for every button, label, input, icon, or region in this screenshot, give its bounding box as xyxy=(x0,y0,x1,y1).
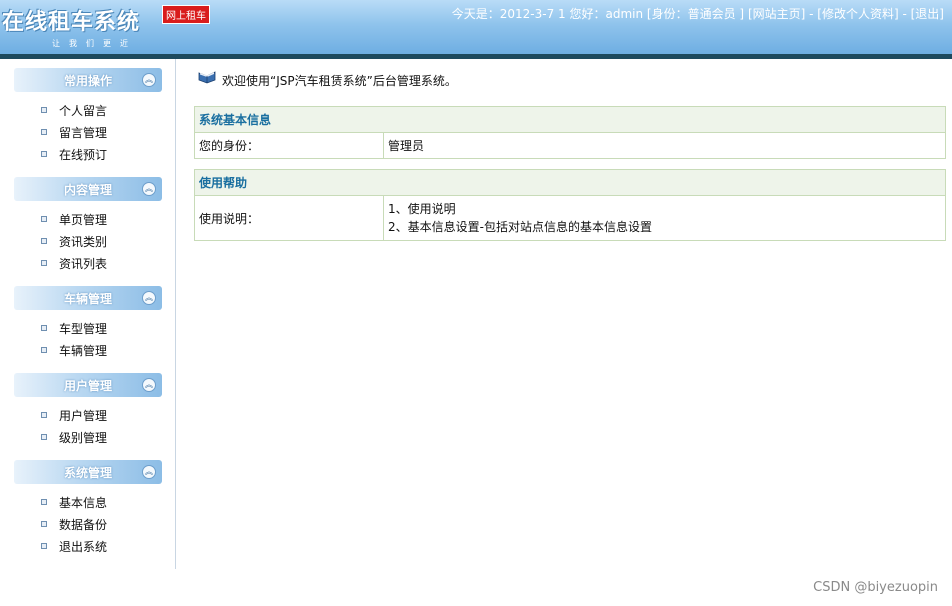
sidebar-item-label: 基本信息 xyxy=(59,496,108,510)
sidebar-item-label: 单页管理 xyxy=(59,213,108,227)
sidebar-group-title: 常用操作 xyxy=(63,74,112,88)
sidebar-item-basic-info[interactable]: 基本信息 xyxy=(14,491,162,513)
help-label: 使用说明： xyxy=(194,195,384,241)
header-banner: 在线租车系统 网上租车 让我们更近 今天是：2012-3-7 1 您好：admi… xyxy=(0,0,952,54)
logout-link[interactable]: [退出] xyxy=(911,7,944,21)
sidebar-item-news-category[interactable]: 资讯类别 xyxy=(14,230,162,252)
help-line: 1、使用说明 xyxy=(388,202,456,216)
separator: - xyxy=(805,7,818,21)
sidebar-group-header[interactable]: 常用操作 ︽ xyxy=(14,68,162,92)
sidebar-item-car-model[interactable]: 车型管理 xyxy=(14,317,162,339)
sidebar-group-system: 系统管理 ︽ 基本信息 数据备份 退出系统 xyxy=(14,460,162,557)
sidebar: 常用操作 ︽ 个人留言 留言管理 在线预订 内容管理 ︽ 单页管理 资讯类别 资… xyxy=(0,59,176,569)
help-line: 2、基本信息设置-包括对站点信息的基本信息设置 xyxy=(388,220,652,234)
sidebar-group-common: 常用操作 ︽ 个人留言 留言管理 在线预订 xyxy=(14,68,162,165)
sidebar-item-label: 数据备份 xyxy=(59,518,108,532)
square-bullet-icon xyxy=(41,260,47,266)
logo-slogan: 让我们更近 xyxy=(52,39,137,48)
watermark: CSDN @biyezuopin xyxy=(813,580,938,595)
sidebar-item-label: 车型管理 xyxy=(59,322,108,336)
identity-value: 管理员 xyxy=(383,132,946,159)
sidebar-group-title: 车辆管理 xyxy=(63,292,112,306)
sidebar-item-exit-system[interactable]: 退出系统 xyxy=(14,535,162,557)
collapse-icon[interactable]: ︽ xyxy=(142,182,156,196)
collapse-icon[interactable]: ︽ xyxy=(142,291,156,305)
square-bullet-icon xyxy=(41,543,47,549)
sidebar-item-single-page[interactable]: 单页管理 xyxy=(14,208,162,230)
sidebar-group-header[interactable]: 内容管理 ︽ xyxy=(14,177,162,201)
sidebar-item-user-manage[interactable]: 用户管理 xyxy=(14,404,162,426)
current-date: 2012-3-7 1 xyxy=(499,7,566,21)
sidebar-item-label: 级别管理 xyxy=(59,431,108,445)
sidebar-group-user: 用户管理 ︽ 用户管理 级别管理 xyxy=(14,373,162,448)
sidebar-item-label: 资讯列表 xyxy=(59,257,108,271)
sidebar-group-header[interactable]: 系统管理 ︽ xyxy=(14,460,162,484)
sidebar-item-label: 个人留言 xyxy=(59,104,108,118)
square-bullet-icon xyxy=(41,129,47,135)
sidebar-group-title: 内容管理 xyxy=(63,183,112,197)
square-bullet-icon xyxy=(41,347,47,353)
separator: - xyxy=(898,7,911,21)
home-link[interactable]: [网站主页] xyxy=(748,7,805,21)
welcome-text: 欢迎使用“JSP汽车租赁系统”后台管理系统。 xyxy=(222,74,457,88)
top-info-bar: 今天是：2012-3-7 1 您好：admin [身份：普通会员 ] [网站主页… xyxy=(452,5,944,22)
sidebar-group-content: 内容管理 ︽ 单页管理 资讯类别 资讯列表 xyxy=(14,177,162,274)
square-bullet-icon xyxy=(41,412,47,418)
sidebar-group-title: 用户管理 xyxy=(63,379,112,393)
square-bullet-icon xyxy=(41,107,47,113)
logo-badge: 网上租车 xyxy=(162,5,210,24)
sidebar-item-label: 退出系统 xyxy=(59,540,108,554)
edit-profile-link[interactable]: [修改个人资料] xyxy=(817,7,898,21)
sidebar-item-personal-message[interactable]: 个人留言 xyxy=(14,99,162,121)
square-bullet-icon xyxy=(41,499,47,505)
sidebar-item-label: 车辆管理 xyxy=(59,344,108,358)
help-title: 使用帮助 xyxy=(194,169,946,196)
sidebar-item-car-manage[interactable]: 车辆管理 xyxy=(14,339,162,361)
sidebar-group-vehicle: 车辆管理 ︽ 车型管理 车辆管理 xyxy=(14,286,162,361)
user-role: [身份：普通会员 ] xyxy=(646,7,745,21)
sidebar-item-label: 留言管理 xyxy=(59,126,108,140)
sidebar-item-label: 资讯类别 xyxy=(59,235,108,249)
square-bullet-icon xyxy=(41,434,47,440)
identity-label: 您的身份： xyxy=(194,132,384,159)
greeting: 您好：admin xyxy=(569,7,644,21)
date-prefix: 今天是： xyxy=(451,7,500,21)
sidebar-group-title: 系统管理 xyxy=(63,466,112,480)
square-bullet-icon xyxy=(41,151,47,157)
square-bullet-icon xyxy=(41,325,47,331)
square-bullet-icon xyxy=(41,238,47,244)
square-bullet-icon xyxy=(41,216,47,222)
square-bullet-icon xyxy=(41,521,47,527)
collapse-icon[interactable]: ︽ xyxy=(142,73,156,87)
sidebar-group-header[interactable]: 车辆管理 ︽ xyxy=(14,286,162,310)
sidebar-group-header[interactable]: 用户管理 ︽ xyxy=(14,373,162,397)
sidebar-item-online-booking[interactable]: 在线预订 xyxy=(14,143,162,165)
help-content: 1、使用说明 2、基本信息设置-包括对站点信息的基本信息设置 xyxy=(383,195,946,241)
help-table: 使用帮助 使用说明： 1、使用说明 2、基本信息设置-包括对站点信息的基本信息设… xyxy=(194,169,946,241)
basic-info-title: 系统基本信息 xyxy=(194,106,946,133)
collapse-icon[interactable]: ︽ xyxy=(142,378,156,392)
sidebar-item-message-admin[interactable]: 留言管理 xyxy=(14,121,162,143)
sidebar-item-label: 在线预订 xyxy=(59,148,108,162)
book-icon xyxy=(198,71,216,84)
sidebar-item-level-manage[interactable]: 级别管理 xyxy=(14,426,162,448)
sidebar-item-data-backup[interactable]: 数据备份 xyxy=(14,513,162,535)
sidebar-item-news-list[interactable]: 资讯列表 xyxy=(14,252,162,274)
sidebar-item-label: 用户管理 xyxy=(59,409,108,423)
logo-title: 在线租车系统 xyxy=(2,10,141,35)
basic-info-table: 系统基本信息 您的身份： 管理员 xyxy=(194,106,946,159)
collapse-icon[interactable]: ︽ xyxy=(142,465,156,479)
